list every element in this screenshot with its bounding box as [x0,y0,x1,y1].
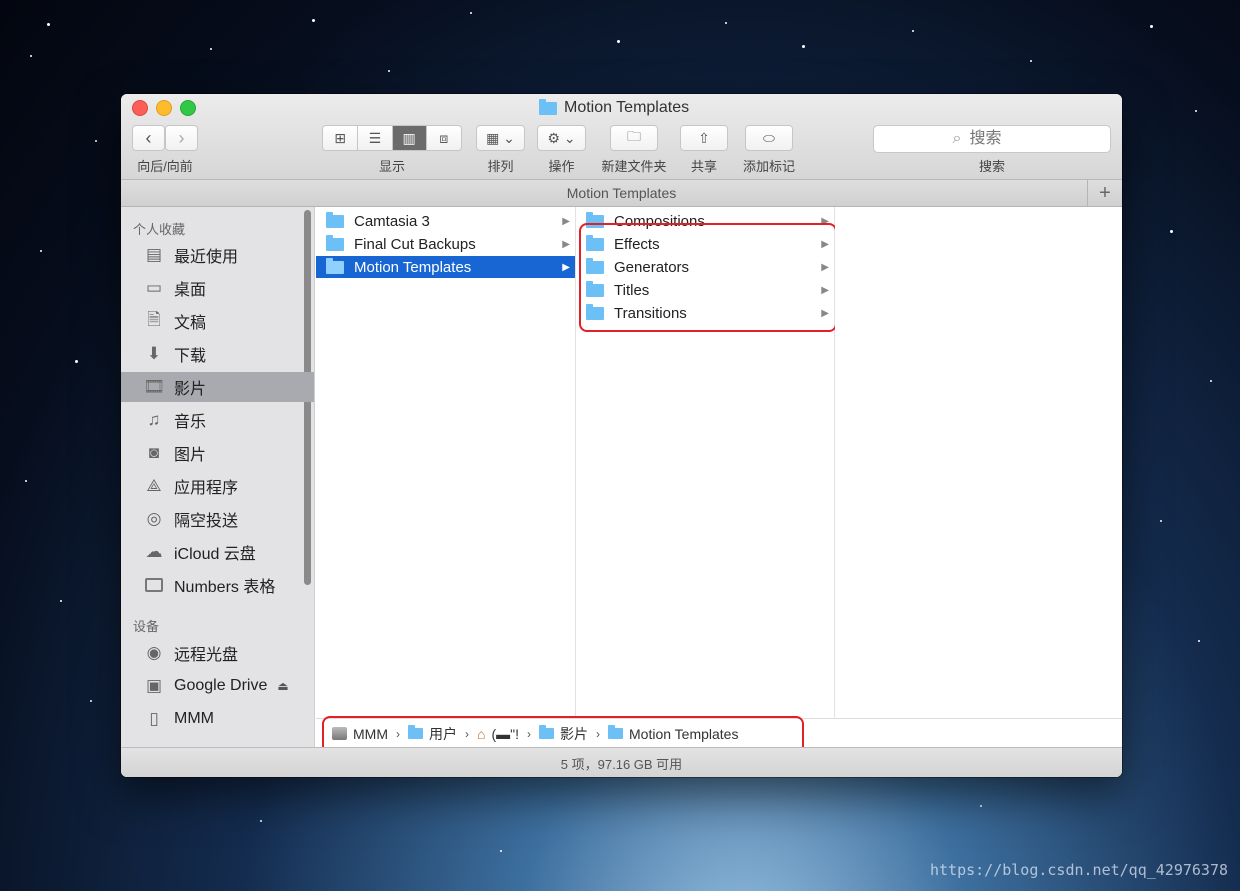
add-tag-button[interactable]: ⬭ [745,125,793,151]
action-label: 操作 [548,159,575,174]
desktop-icon: ▭ [145,278,163,297]
view-mode-control: ⊞ ☰ ▥ ⧈ [322,125,462,151]
disc-icon: ◉ [146,643,162,662]
disclosure-arrow-icon: ▶ [562,215,570,227]
sidebar-item-music[interactable]: ♫ 音乐 [121,405,314,435]
sidebar-item-mmm[interactable]: ▯ MMM [121,704,314,734]
share-label: 共享 [690,159,717,174]
status-text: 5 项，97.16 GB 可用 [560,756,683,772]
share-button[interactable]: ⇧ [680,125,728,151]
downloads-icon: ⬇ [146,344,162,363]
plus-icon: + [1099,181,1111,204]
share-icon: ⇧ [698,129,710,146]
tag-icon: ⬭ [763,129,775,146]
sidebar-item-applications[interactable]: ⟁ 应用程序 [121,471,314,501]
applications-icon: ⟁ [146,476,162,495]
list-item[interactable]: Final Cut Backups ▶ [316,233,575,255]
column-view-icon[interactable]: ▥ [392,126,427,150]
pictures-icon: ◙ [148,443,160,462]
devices-heading: 设备 [133,619,160,634]
close-button[interactable] [132,100,148,116]
sidebar-item-documents[interactable]: 🗎 文稿 [121,306,314,336]
new-folder-label: 新建文件夹 [601,159,667,174]
drive-icon: ▣ [145,676,163,695]
watermark: https://blog.csdn.net/qq_42976378 [929,861,1228,879]
folder-icon [326,257,344,274]
movies-icon: 🎞 [143,377,165,396]
sidebar: 个人收藏 ▤ 最近使用 ▭ 桌面 🗎 文稿 ⬇ 下载 🎞 影片 ♫ 音乐 ◙ 图… [121,207,315,747]
highlight-box [579,223,837,332]
sidebar-item-movies[interactable]: 🎞 影片 [121,372,314,402]
column-1: Camtasia 3 ▶ Final Cut Backups ▶ Motion … [316,207,576,718]
folder-icon [145,578,163,592]
add-tag-label: 添加标记 [742,159,795,174]
search-field[interactable]: ⌕ [873,125,1111,153]
gear-icon: ⚙ ⌄ [547,129,576,146]
disclosure-arrow-icon: ▶ [562,261,570,273]
back-button[interactable]: ‹ [132,125,165,151]
search-input[interactable] [967,129,1032,149]
path-header: Motion Templates + [121,180,1122,207]
sidebar-item-remote-disc[interactable]: ◉ 远程光盘 [121,638,314,668]
airdrop-icon: ◎ [146,509,162,528]
action-button[interactable]: ⚙ ⌄ [537,125,586,151]
search-label: 搜索 [978,159,1005,174]
disclosure-arrow-icon: ▶ [562,238,570,250]
recents-icon: ▤ [145,245,163,264]
search-icon: ⌕ [952,130,962,147]
disk-icon: ▯ [149,709,159,728]
new-folder-button[interactable]: 🗀 [610,125,658,151]
minimize-button[interactable] [156,100,172,116]
status-bar: 5 项，97.16 GB 可用 [121,747,1122,777]
cloud-icon: ☁ [145,542,163,561]
list-item[interactable]: Camtasia 3 ▶ [316,210,575,232]
eject-icon[interactable]: ⏏ [277,679,288,693]
favorites-heading: 个人收藏 [133,222,186,237]
forward-button[interactable]: › [165,125,198,151]
folder-icon [326,234,344,251]
sidebar-item-airdrop[interactable]: ◎ 隔空投送 [121,504,314,534]
new-folder-icon: 🗀 [627,128,641,144]
column-3 [835,207,1122,718]
documents-icon: 🗎 [147,309,161,329]
folder-icon [539,98,557,115]
toolbar: Motion Templates ‹ › 向后/向前 ⊞ ☰ ▥ ⧈ 显示 ▦ … [121,94,1122,180]
list-view-icon[interactable]: ☰ [358,126,393,150]
sidebar-item-downloads[interactable]: ⬇ 下载 [121,339,314,369]
view-label: 显示 [378,159,405,174]
list-item-selected[interactable]: Motion Templates ▶ [316,256,575,278]
sidebar-item-numbers[interactable]: Numbers 表格 [121,570,314,600]
gallery-view-icon[interactable]: ⧈ [426,126,461,150]
arrange-icon: ▦ ⌄ [486,129,515,146]
sidebar-item-google-drive[interactable]: ▣ Google Drive ⏏ [121,671,314,701]
column-2: Compositions ▶ Effects ▶ Generators ▶ Ti… [576,207,837,718]
finder-window: Motion Templates ‹ › 向后/向前 ⊞ ☰ ▥ ⧈ 显示 ▦ … [121,94,1122,777]
arrange-label: 排列 [487,159,514,174]
music-icon: ♫ [147,410,161,429]
window-title: Motion Templates [539,98,689,118]
sidebar-item-desktop[interactable]: ▭ 桌面 [121,273,314,303]
arrange-button[interactable]: ▦ ⌄ [476,125,525,151]
path-footer: MMM › 用户 › ⌂ (▬"! › 影片 › Motion Template… [316,716,1122,754]
sidebar-item-pictures[interactable]: ◙ 图片 [121,438,314,468]
zoom-button[interactable] [180,100,196,116]
chevron-left-icon: ‹ [145,127,152,148]
path-header-title: Motion Templates [566,185,677,201]
sidebar-item-icloud[interactable]: ☁ iCloud 云盘 [121,537,314,567]
add-tab-button[interactable]: + [1087,180,1122,206]
nav-label: 向后/向前 [137,159,193,174]
folder-icon [326,211,344,228]
icon-view-icon[interactable]: ⊞ [323,126,359,150]
sidebar-item-recents[interactable]: ▤ 最近使用 [121,240,314,270]
chevron-right-icon: › [178,127,185,148]
